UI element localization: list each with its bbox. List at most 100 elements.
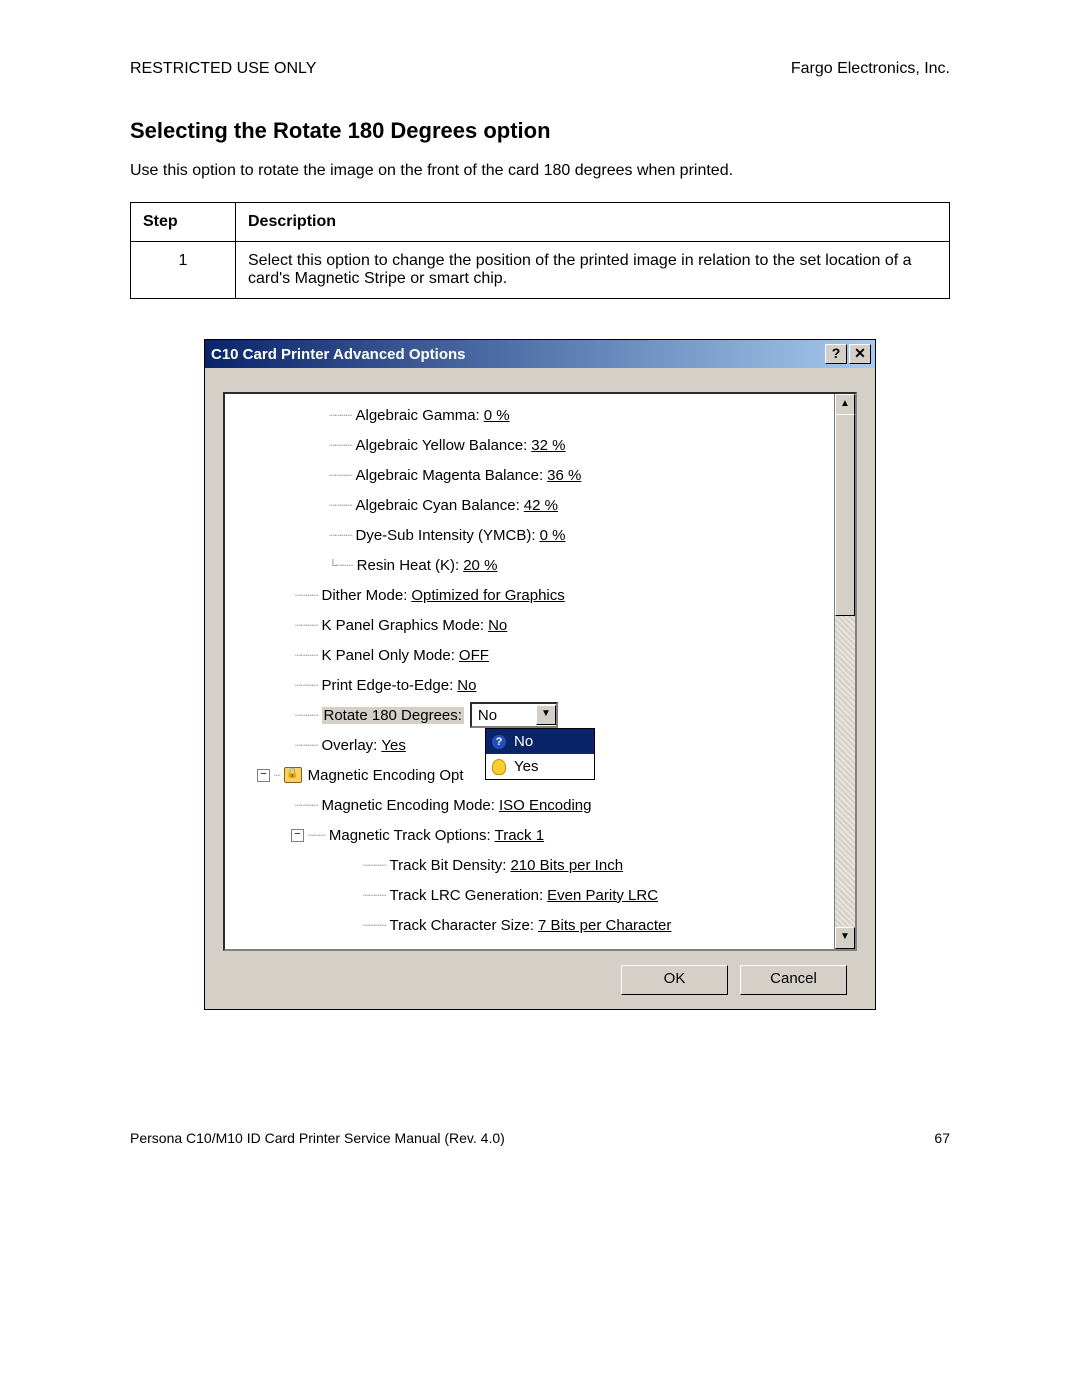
table-row: 1 Select this option to change the posit… xyxy=(131,242,950,299)
tree-connector-icon: ┈┈┈┈ xyxy=(295,799,318,812)
restricted-label: RESTRICTED USE ONLY xyxy=(130,60,316,78)
dropdown-option-yes[interactable]: Yes xyxy=(486,754,594,779)
titlebar[interactable]: C10 Card Printer Advanced Options ? ✕ xyxy=(205,340,875,368)
tree-value[interactable]: 7 Bits per Character xyxy=(538,917,671,934)
tree-connector-icon: ┈┈┈┈ xyxy=(295,589,318,602)
tree-value[interactable]: 36 % xyxy=(547,467,581,484)
tree-scrollbar[interactable]: ▲ ▼ xyxy=(834,394,855,949)
tree-value[interactable]: 0 % xyxy=(484,407,510,424)
tree-value[interactable]: No xyxy=(488,617,507,634)
tree-label: K Panel Graphics Mode: xyxy=(322,617,485,634)
tree-value[interactable]: 32 % xyxy=(531,437,565,454)
tree-value[interactable]: Even Parity LRC xyxy=(547,887,658,904)
tree-connector-icon: ┈┈┈┈ xyxy=(295,739,318,752)
scroll-thumb[interactable] xyxy=(835,414,855,616)
dropdown-arrow-icon[interactable]: ▼ xyxy=(536,705,556,725)
tree-connector-icon: ┈ xyxy=(274,769,280,782)
tree-value[interactable]: Optimized for Graphics xyxy=(411,587,564,604)
tree-item-resin-heat[interactable]: └┈┈┈ Resin Heat (K): 20 % xyxy=(233,550,830,580)
tree-connector-icon: ┈┈┈┈ xyxy=(329,529,352,542)
tree-label: Resin Heat (K): xyxy=(357,557,460,574)
rotate-dropdown-list[interactable]: ? No Yes xyxy=(485,728,595,780)
tree-value[interactable]: Track 1 xyxy=(495,827,544,844)
tree-connector-icon: └┈┈┈ xyxy=(329,559,353,572)
lightbulb-icon xyxy=(492,759,506,775)
tree-item-algebraic-cyan[interactable]: ┈┈┈┈ Algebraic Cyan Balance: 42 % xyxy=(233,490,830,520)
intro-text: Use this option to rotate the image on t… xyxy=(130,162,950,180)
company-label: Fargo Electronics, Inc. xyxy=(791,60,950,78)
tree-label: Track Bit Density: xyxy=(390,857,507,874)
tree-label: Rotate 180 Degrees: xyxy=(322,707,464,724)
tree-item-magnetic-encoding-mode[interactable]: ┈┈┈┈ Magnetic Encoding Mode: ISO Encodin… xyxy=(233,790,830,820)
tree-connector-icon: ┈┈┈┈ xyxy=(329,469,352,482)
tree-label: K Panel Only Mode: xyxy=(322,647,455,664)
expand-minus-icon[interactable]: − xyxy=(257,769,270,782)
ok-button[interactable]: OK xyxy=(621,965,728,995)
help-button[interactable]: ? xyxy=(825,344,847,364)
options-tree[interactable]: ┈┈┈┈ Algebraic Gamma: 0 % ┈┈┈┈ Algebraic… xyxy=(225,394,834,949)
tree-item-edge-to-edge[interactable]: ┈┈┈┈ Print Edge-to-Edge: No xyxy=(233,670,830,700)
tree-value[interactable]: No xyxy=(457,677,476,694)
tree-item-rotate-180[interactable]: ┈┈┈┈ Rotate 180 Degrees: No ▼ ? No xyxy=(233,700,830,730)
advanced-options-dialog: C10 Card Printer Advanced Options ? ✕ ┈┈… xyxy=(204,339,876,1010)
tree-value[interactable]: Yes xyxy=(381,737,405,754)
tree-item-algebraic-gamma[interactable]: ┈┈┈┈ Algebraic Gamma: 0 % xyxy=(233,400,830,430)
tree-connector-icon: ┈┈┈ xyxy=(308,829,325,842)
scroll-up-button[interactable]: ▲ xyxy=(835,394,855,416)
tree-label: Magnetic Track Options: xyxy=(329,827,491,844)
dialog-title: C10 Card Printer Advanced Options xyxy=(211,346,466,363)
tree-value[interactable]: 42 % xyxy=(524,497,558,514)
tree-connector-icon: ┈┈┈┈ xyxy=(295,679,318,692)
col-desc-header: Description xyxy=(236,203,950,242)
tree-item-dither-mode[interactable]: ┈┈┈┈ Dither Mode: Optimized for Graphics xyxy=(233,580,830,610)
dropdown-selected: No xyxy=(472,707,536,724)
scroll-down-button[interactable]: ▼ xyxy=(835,927,855,949)
tree-item-algebraic-magenta[interactable]: ┈┈┈┈ Algebraic Magenta Balance: 36 % xyxy=(233,460,830,490)
cancel-button[interactable]: Cancel xyxy=(740,965,847,995)
tree-connector-icon: ┈┈┈┈ xyxy=(329,439,352,452)
tree-item-track-bit-density[interactable]: ┈┈┈┈ Track Bit Density: 210 Bits per Inc… xyxy=(233,850,830,880)
tree-item-track-lrc[interactable]: ┈┈┈┈ Track LRC Generation: Even Parity L… xyxy=(233,880,830,910)
tree-item-kpanel-only[interactable]: ┈┈┈┈ K Panel Only Mode: OFF xyxy=(233,640,830,670)
tree-label: Magnetic Encoding Mode: xyxy=(322,797,495,814)
tree-value[interactable]: ISO Encoding xyxy=(499,797,592,814)
tree-connector-icon: ┈┈┈┈ xyxy=(295,649,318,662)
lock-icon: 🔒 xyxy=(284,767,302,783)
tree-value[interactable]: 0 % xyxy=(540,527,566,544)
footer-manual-label: Persona C10/M10 ID Card Printer Service … xyxy=(130,1130,505,1146)
tree-label: Overlay: xyxy=(322,737,378,754)
tree-label: Dye-Sub Intensity (YMCB): xyxy=(356,527,536,544)
rotate-dropdown[interactable]: No ▼ xyxy=(470,702,558,728)
tree-label: Track LRC Generation: xyxy=(390,887,544,904)
tree-connector-icon: ┈┈┈┈ xyxy=(329,499,352,512)
close-button[interactable]: ✕ xyxy=(849,344,871,364)
tree-connector-icon: ┈┈┈┈ xyxy=(329,409,352,422)
tree-value[interactable]: OFF xyxy=(459,647,489,664)
tree-value[interactable]: 210 Bits per Inch xyxy=(510,857,623,874)
step-number: 1 xyxy=(131,242,236,299)
tree-item-magnetic-track-options[interactable]: − ┈┈┈ Magnetic Track Options: Track 1 xyxy=(233,820,830,850)
tree-label: Algebraic Yellow Balance: xyxy=(356,437,528,454)
tree-label: Algebraic Gamma: xyxy=(356,407,480,424)
expand-minus-icon[interactable]: − xyxy=(291,829,304,842)
tree-label: Algebraic Magenta Balance: xyxy=(356,467,544,484)
tree-label: Algebraic Cyan Balance: xyxy=(356,497,520,514)
tree-label: Print Edge-to-Edge: xyxy=(322,677,454,694)
step-description: Select this option to change the positio… xyxy=(236,242,950,299)
tree-connector-icon: ┈┈┈┈ xyxy=(363,859,386,872)
tree-connector-icon: ┈┈┈┈ xyxy=(295,619,318,632)
steps-table: Step Description 1 Select this option to… xyxy=(130,202,950,299)
page-number: 67 xyxy=(934,1130,950,1146)
tree-label: Track Character Size: xyxy=(390,917,535,934)
tree-item-kpanel-graphics[interactable]: ┈┈┈┈ K Panel Graphics Mode: No xyxy=(233,610,830,640)
tree-item-algebraic-yellow[interactable]: ┈┈┈┈ Algebraic Yellow Balance: 32 % xyxy=(233,430,830,460)
question-bulb-icon: ? xyxy=(492,735,506,749)
option-label: Yes xyxy=(514,758,538,775)
tree-item-track-char-size[interactable]: ┈┈┈┈ Track Character Size: 7 Bits per Ch… xyxy=(233,910,830,940)
dropdown-option-no[interactable]: ? No xyxy=(486,729,594,754)
tree-connector-icon: ┈┈┈┈ xyxy=(295,709,318,722)
tree-value[interactable]: 20 % xyxy=(463,557,497,574)
tree-connector-icon: ┈┈┈┈ xyxy=(363,919,386,932)
tree-item-dyesub-intensity[interactable]: ┈┈┈┈ Dye-Sub Intensity (YMCB): 0 % xyxy=(233,520,830,550)
tree-connector-icon: ┈┈┈┈ xyxy=(363,889,386,902)
